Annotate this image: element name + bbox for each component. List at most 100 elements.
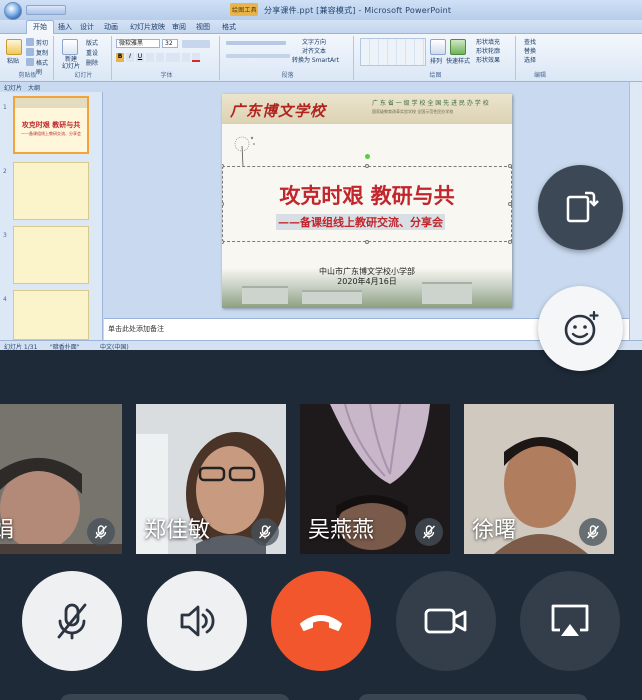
mic-off-icon: [94, 525, 108, 539]
campus-building: [302, 290, 362, 304]
participant-name: 郑佳敏: [144, 518, 211, 543]
slides-pane-tabs: 幻灯片 大纲: [0, 82, 103, 92]
ribbon-tabs: 开始 插入 设计 动画 幻灯片放映 审阅 视图 格式: [0, 20, 642, 34]
smartart-label: 转换为 SmartArt: [292, 57, 339, 64]
participant-name: 吴燕燕: [308, 518, 375, 543]
drawing-group-label: 绘图: [429, 72, 442, 79]
slide-thumbnail-3: [13, 226, 89, 284]
speaker-button[interactable]: [147, 571, 247, 671]
mic-toggle-button[interactable]: [22, 571, 122, 671]
mic-off-icon: [586, 525, 600, 539]
resize-handle: [508, 164, 512, 168]
copy-label: 复制: [36, 50, 49, 57]
drawing-group: 排列 快速样式 形状填充 形状轮廓 形状效果 绘图: [356, 36, 516, 80]
delete-label: 删除: [86, 60, 99, 67]
italic-icon: I: [126, 53, 134, 62]
participant-tile[interactable]: 郑佳敏: [136, 404, 286, 554]
font-group: 微软雅黑 32 B I U 字体: [114, 36, 220, 80]
strike-icon: [146, 53, 154, 62]
tab-review: 审阅: [172, 23, 186, 31]
slide-counter: 幻灯片 1/31: [4, 344, 38, 350]
select-label: 选择: [524, 57, 537, 64]
school-honors-line-2: 国家级教育改革实验学校 全国示范性民办学校: [372, 109, 454, 114]
underline-icon: U: [136, 53, 144, 62]
participant-mic-status: [87, 518, 115, 546]
shadow-icon: [156, 53, 164, 62]
font-family-box: 微软雅黑: [116, 39, 160, 48]
school-honors: 广 东 省 一 级 学 校 全 国 先 进 民 办 学 校 国家级教育改革实验学…: [372, 100, 506, 116]
school-honors-line-1: 广 东 省 一 级 学 校 全 国 先 进 民 办 学 校: [372, 100, 489, 107]
speaker-icon: [180, 605, 215, 637]
thumbnail-number: 3: [3, 232, 7, 239]
thumbnail-header-band: [15, 98, 87, 108]
participant-tile[interactable]: 娟: [0, 404, 122, 554]
emoji-reaction-button[interactable]: [538, 286, 623, 371]
tab-slides: 幻灯片: [4, 85, 23, 92]
notes-placeholder: 单击此处添加备注: [108, 325, 164, 333]
bottom-bar-left: [60, 694, 290, 700]
replace-label: 替换: [524, 48, 537, 55]
tab-home: 开始: [26, 20, 54, 34]
campus-building: [242, 286, 288, 304]
hang-up-button[interactable]: [271, 571, 371, 671]
tab-design: 设计: [80, 23, 94, 31]
clipboard-group: 粘贴 剪切 复制 格式刷 剪贴板: [2, 36, 54, 80]
slide-thumbnail-2: [13, 162, 89, 220]
font-size-box: 32: [162, 39, 178, 48]
shapes-gallery: [360, 38, 426, 66]
list-buttons: [226, 41, 286, 45]
window-title: 分享课件.ppt [兼容模式] - Microsoft PowerPoint: [264, 6, 452, 15]
tab-slideshow: 幻灯片放映: [130, 23, 165, 31]
screen-share-button[interactable]: [520, 571, 620, 671]
camera-button[interactable]: [396, 571, 496, 671]
quick-styles-label: 快速样式: [446, 58, 471, 65]
spacing-icon: [166, 53, 180, 62]
vertical-scrollbar: [629, 82, 642, 340]
arrange-label: 排列: [430, 58, 443, 65]
participant-mic-status: [251, 518, 279, 546]
shape-outline-label: 形状轮廓: [476, 48, 501, 55]
layout-label: 版式: [86, 40, 99, 47]
bottom-bar-right: [358, 694, 588, 700]
tab-format: 格式: [222, 23, 236, 31]
rotate-screen-button[interactable]: [538, 165, 623, 250]
participant-tile[interactable]: 吴燕燕: [300, 404, 450, 554]
tab-outline: 大纲: [28, 85, 41, 92]
reset-label: 重设: [86, 50, 99, 57]
case-icon: [182, 53, 190, 62]
participant-mic-status: [415, 518, 443, 546]
editing-group: 查找 替换 选择 编辑: [518, 36, 562, 80]
quick-styles-icon: [450, 39, 466, 55]
arrange-icon: [430, 39, 446, 55]
paragraph-group: 文字方向 对齐文本 转换为 SmartArt 段落: [222, 36, 354, 80]
resize-handle: [508, 240, 512, 244]
editing-group-label: 编辑: [533, 72, 546, 79]
shared-screen[interactable]: 绘图工具 分享课件.ppt [兼容模式] - Microsoft PowerPo…: [0, 0, 642, 350]
participant-mic-status: [579, 518, 607, 546]
slides-group-label: 幻灯片: [74, 72, 93, 79]
slide-thumbnail-4: [13, 290, 89, 340]
paste-label: 粘贴: [7, 58, 20, 65]
participant-name: 娟: [0, 518, 15, 543]
thumbnail-number: 4: [3, 296, 7, 303]
thumbnail-subtitle: ——备课组线上教研交流、分享会: [21, 131, 81, 136]
mic-off-icon: [57, 603, 87, 640]
paragraph-group-label: 段落: [281, 72, 294, 79]
resize-handle: [365, 240, 369, 244]
shape-fill-label: 形状填充: [476, 39, 501, 46]
mic-off-icon: [422, 525, 436, 539]
ribbon: 粘贴 剪切 复制 格式刷 剪贴板 新建 幻灯片 版式 重设 删除 幻灯片 微软雅…: [0, 34, 642, 82]
resize-handle: [508, 202, 512, 206]
thumbnail-number: 1: [3, 104, 7, 111]
selected-placeholder: [222, 166, 512, 242]
format-painter-icon: [26, 58, 34, 66]
rotation-handle: [365, 154, 370, 159]
align-buttons: [226, 54, 290, 58]
participant-tile[interactable]: 徐曙: [464, 404, 614, 554]
slides-group: 新建 幻灯片 版式 重设 删除 幻灯片: [56, 36, 112, 80]
cut-label: 剪切: [36, 40, 49, 47]
school-name-calligraphy: 广东博文学校: [230, 102, 327, 120]
hang-up-icon: [300, 615, 342, 631]
resize-handle: [365, 164, 369, 168]
cut-icon: [26, 38, 34, 46]
